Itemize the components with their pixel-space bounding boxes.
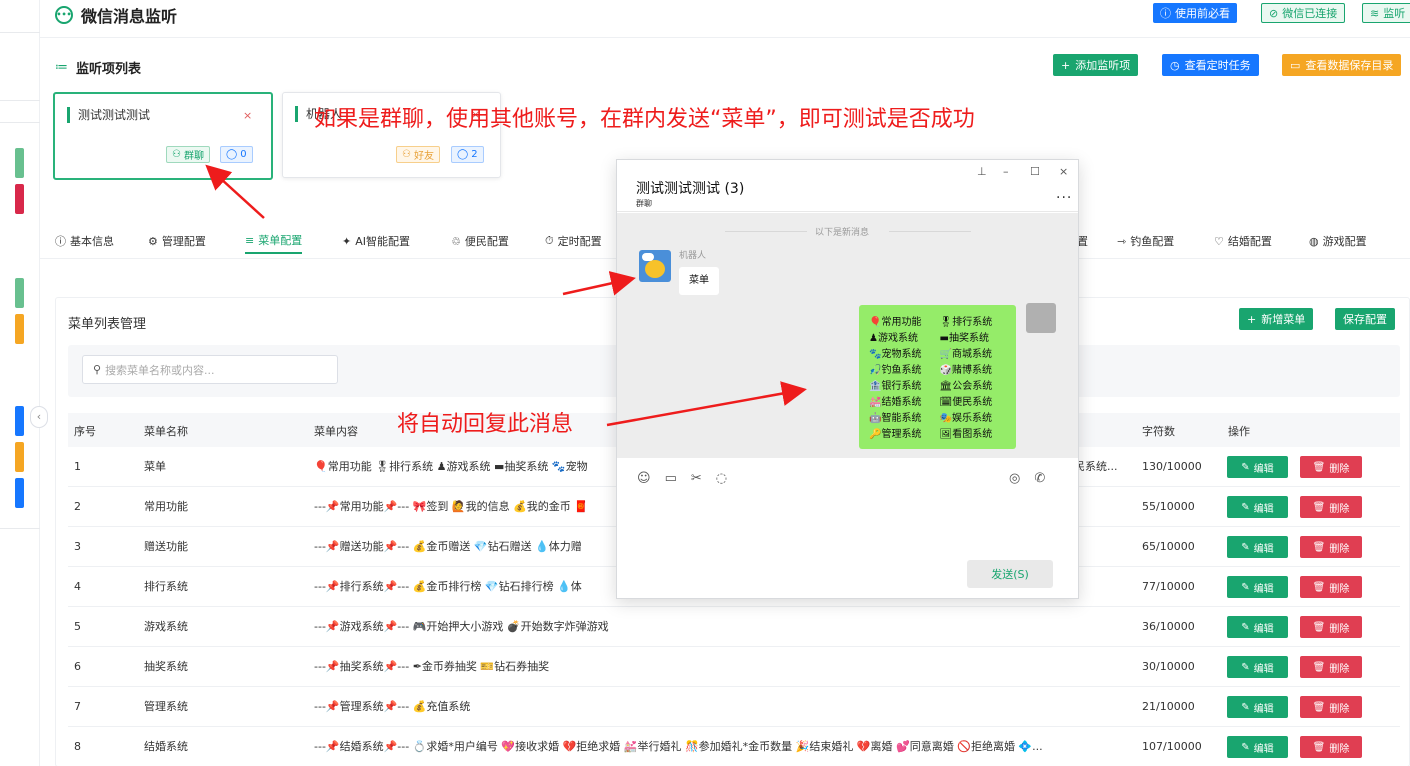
arrow-to-incoming-message (562, 271, 636, 296)
arrow-to-reply-message (606, 381, 807, 427)
arrow-to-group-tag (205, 164, 265, 219)
annotation-arrows (205, 164, 807, 427)
